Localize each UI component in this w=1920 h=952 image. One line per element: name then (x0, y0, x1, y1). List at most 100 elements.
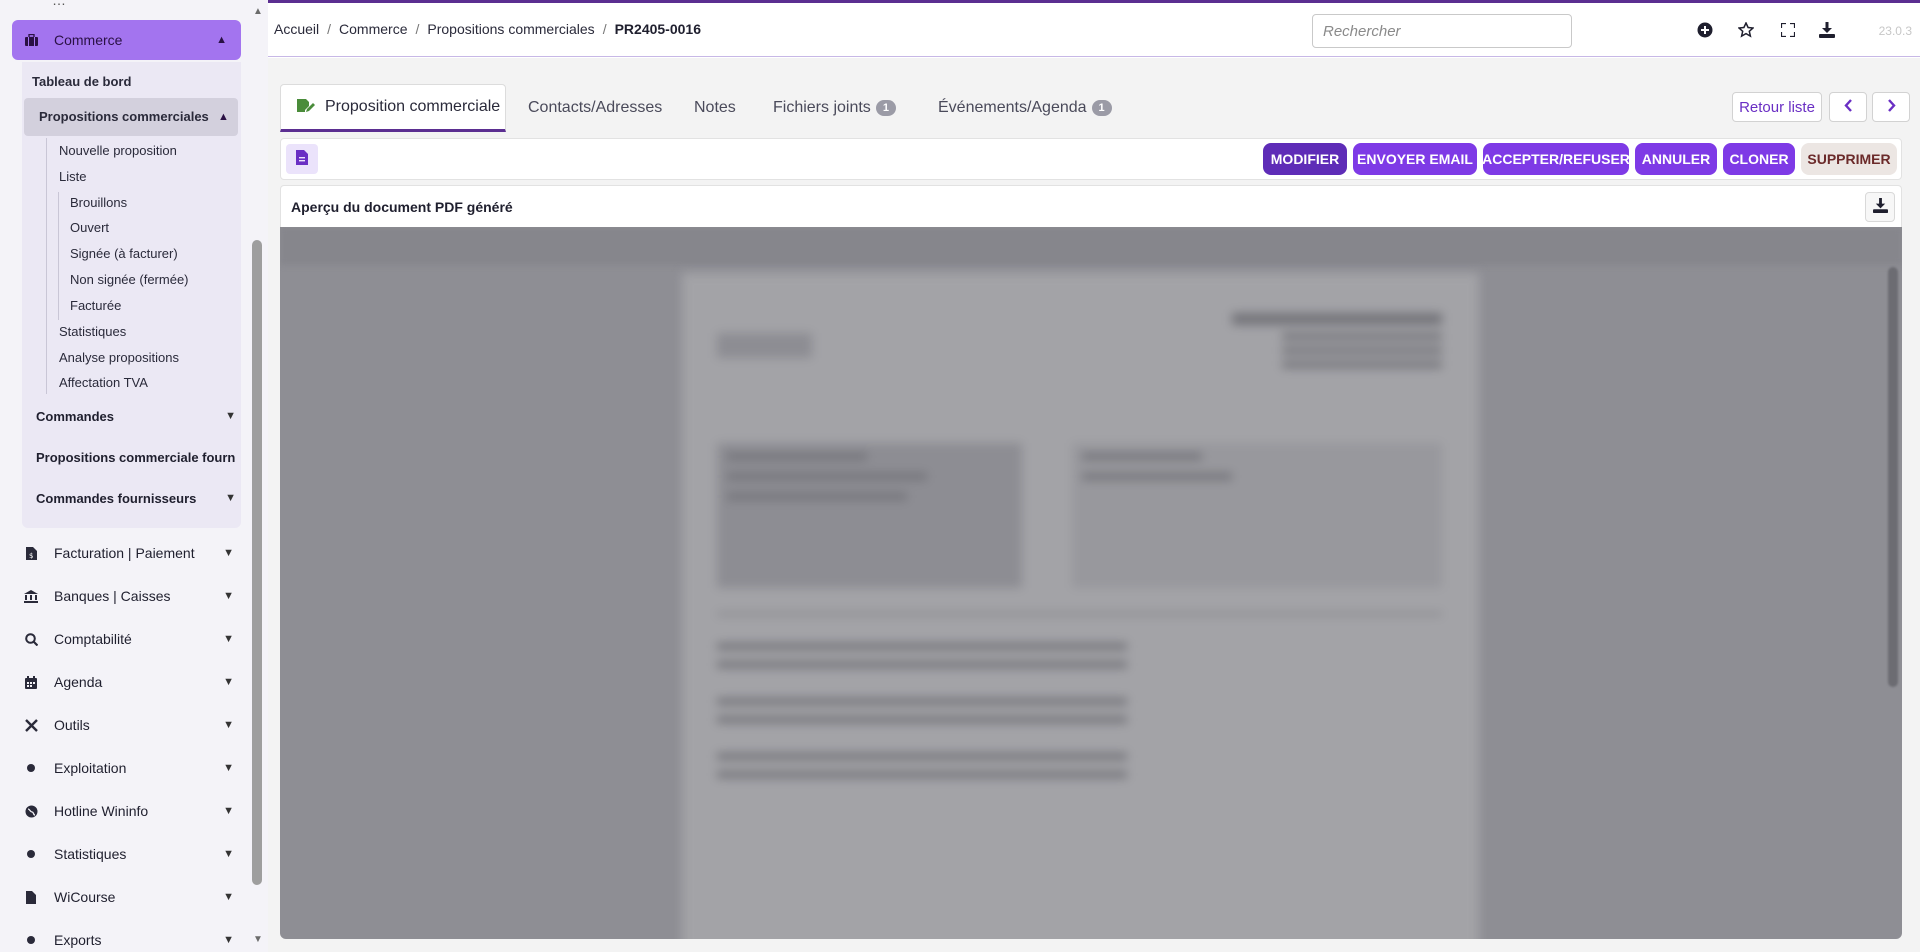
sidebar-item-wicourse[interactable]: WiCourse ▼ (24, 882, 238, 912)
sidebar-item-label: Exports (54, 932, 102, 948)
chevron-down-icon: ▼ (223, 633, 234, 645)
download-icon[interactable] (1818, 21, 1836, 39)
edit-document-icon (297, 99, 315, 115)
sidebar-item-billing[interactable]: $ Facturation | Paiement ▼ (24, 538, 238, 568)
pdf-scrollbar-thumb[interactable] (1888, 267, 1898, 687)
generate-document-button[interactable] (286, 144, 318, 174)
add-circle-icon[interactable] (1696, 21, 1714, 39)
sidebar-item-label: Commandes fournisseurs (36, 490, 197, 506)
modify-button[interactable]: MODIFIER (1263, 143, 1347, 175)
sidebar-item-drafts[interactable]: Brouillons (70, 195, 127, 210)
sidebar-item-propositions-label[interactable]: Propositions commerciales (39, 109, 209, 124)
sidebar-item-label: Statistiques (54, 846, 127, 862)
chevron-left-icon (1843, 98, 1853, 116)
file-icon (24, 890, 38, 904)
scroll-up-arrow[interactable]: ▲ (252, 6, 264, 17)
tree-line (58, 192, 59, 320)
count-badge: 1 (875, 100, 896, 116)
sidebar-item-banks[interactable]: Banques | Caisses ▼ (24, 581, 238, 611)
chevron-right-icon (1887, 98, 1896, 116)
tab-label: Fichiers joints (773, 99, 871, 116)
sidebar-item-label: Agenda (54, 674, 103, 690)
sidebar-item-label: Outils (54, 717, 90, 733)
sidebar: … Commerce ▲ Tableau de bord Proposition… (0, 0, 268, 952)
chevron-down-icon: ▼ (223, 934, 234, 946)
count-badge: 1 (1091, 100, 1112, 116)
tab-label: Notes (694, 99, 736, 116)
sidebar-item-exports[interactable]: Exports ▼ (24, 925, 238, 952)
pdf-viewer[interactable] (280, 227, 1902, 939)
dot-icon (24, 847, 38, 861)
breadcrumb-home[interactable]: Accueil (274, 21, 319, 37)
sidebar-item-label: Facturation | Paiement (54, 545, 195, 561)
back-to-list-button[interactable]: Retour liste (1732, 92, 1822, 122)
sidebar-item-commerce[interactable]: Commerce ▲ (12, 20, 241, 60)
sidebar-item-hotline[interactable]: Hotline Wininfo ▼ (24, 796, 238, 826)
main-content: Proposition commerciale Contacts/Adresse… (268, 58, 1920, 952)
sidebar-item-list[interactable]: Liste (59, 169, 86, 184)
sidebar-item-label: Exploitation (54, 760, 127, 776)
sidebar-item-billed[interactable]: Facturée (70, 298, 121, 313)
fullscreen-icon[interactable] (1779, 21, 1797, 39)
sidebar-scrollbar-thumb[interactable] (252, 240, 262, 885)
next-button[interactable] (1872, 92, 1910, 122)
chevron-down-icon: ▼ (223, 805, 234, 817)
sidebar-item-statistics-main[interactable]: Statistiques ▼ (24, 839, 238, 869)
sidebar-item-label: Comptabilité (54, 631, 132, 647)
sidebar-item-new-proposal[interactable]: Nouvelle proposition (59, 143, 177, 158)
tab-events[interactable]: Événements/Agenda 1 (938, 84, 1112, 132)
breadcrumb-commerce[interactable]: Commerce (339, 21, 407, 37)
chevron-down-icon: ▼ (223, 848, 234, 860)
sidebar-item-accounting[interactable]: Comptabilité ▼ (24, 624, 238, 654)
delete-button[interactable]: SUPPRIMER (1801, 143, 1897, 175)
chevron-down-icon: ▼ (223, 719, 234, 731)
sidebar-item-label: WiCourse (54, 889, 116, 905)
globe-icon (24, 804, 38, 818)
breadcrumb-propositions[interactable]: Propositions commerciales (427, 21, 594, 37)
invoice-icon: $ (24, 546, 38, 560)
sidebar-item-label: Commandes (36, 408, 115, 424)
sidebar-item-dashboard[interactable]: Tableau de bord (32, 74, 131, 89)
tab-proposition[interactable]: Proposition commerciale (280, 84, 506, 132)
star-icon[interactable] (1737, 21, 1755, 39)
tab-attachments[interactable]: Fichiers joints 1 (773, 84, 896, 132)
sidebar-item-orders[interactable]: Commandes ▼ (36, 401, 236, 431)
previous-button[interactable] (1829, 92, 1867, 122)
sidebar-item-statistics[interactable]: Statistiques (59, 324, 126, 339)
sidebar-item-not-signed[interactable]: Non signée (fermée) (70, 272, 189, 287)
chevron-down-icon: ▼ (223, 891, 234, 903)
sidebar-clipped-item: … (52, 0, 66, 8)
sidebar-item-analysis[interactable]: Analyse propositions (59, 350, 179, 365)
pdf-preview-header: Aperçu du document PDF généré (280, 185, 1902, 227)
scroll-down-arrow[interactable]: ▼ (252, 934, 264, 945)
download-icon (1872, 198, 1888, 216)
search-input[interactable] (1312, 14, 1572, 48)
clone-button[interactable]: CLONER (1723, 143, 1795, 175)
sidebar-item-supplier-orders[interactable]: Commandes fournisseurs ▼ (36, 483, 236, 513)
top-bar: Accueil / Commerce / Propositions commer… (268, 3, 1920, 57)
pdf-viewer-toolbar (280, 227, 1902, 265)
chevron-up-icon: ▲ (218, 111, 229, 123)
tab-label: Proposition commerciale (325, 98, 501, 115)
sidebar-item-open[interactable]: Ouvert (70, 220, 109, 235)
chevron-down-icon: ▼ (225, 492, 236, 504)
tab-notes[interactable]: Notes (694, 84, 736, 132)
sidebar-item-tools[interactable]: Outils ▼ (24, 710, 238, 740)
sidebar-item-vat[interactable]: Affectation TVA (59, 375, 148, 390)
tab-label: Contacts/Adresses (528, 99, 663, 116)
accept-refuse-button[interactable]: ACCEPTER/REFUSER (1482, 143, 1630, 175)
send-email-button[interactable]: ENVOYER EMAIL (1353, 143, 1477, 175)
cancel-button[interactable]: ANNULER (1635, 143, 1717, 175)
pdf-download-button[interactable] (1865, 192, 1895, 222)
briefcase-icon (24, 33, 38, 47)
tab-contacts[interactable]: Contacts/Adresses (528, 84, 662, 132)
action-bar: MODIFIER ENVOYER EMAIL ACCEPTER/REFUSER … (280, 138, 1902, 180)
dot-icon (24, 761, 38, 775)
search-dollar-icon (24, 632, 38, 646)
sidebar-item-supplier-proposals[interactable]: Propositions commerciale fourni (36, 442, 236, 472)
sidebar-item-agenda[interactable]: Agenda ▼ (24, 667, 238, 697)
sidebar-item-signed[interactable]: Signée (à facturer) (70, 246, 178, 261)
chevron-down-icon: ▼ (223, 762, 234, 774)
sidebar-item-exploitation[interactable]: Exploitation ▼ (24, 753, 238, 783)
chevron-down-icon: ▼ (223, 547, 234, 559)
